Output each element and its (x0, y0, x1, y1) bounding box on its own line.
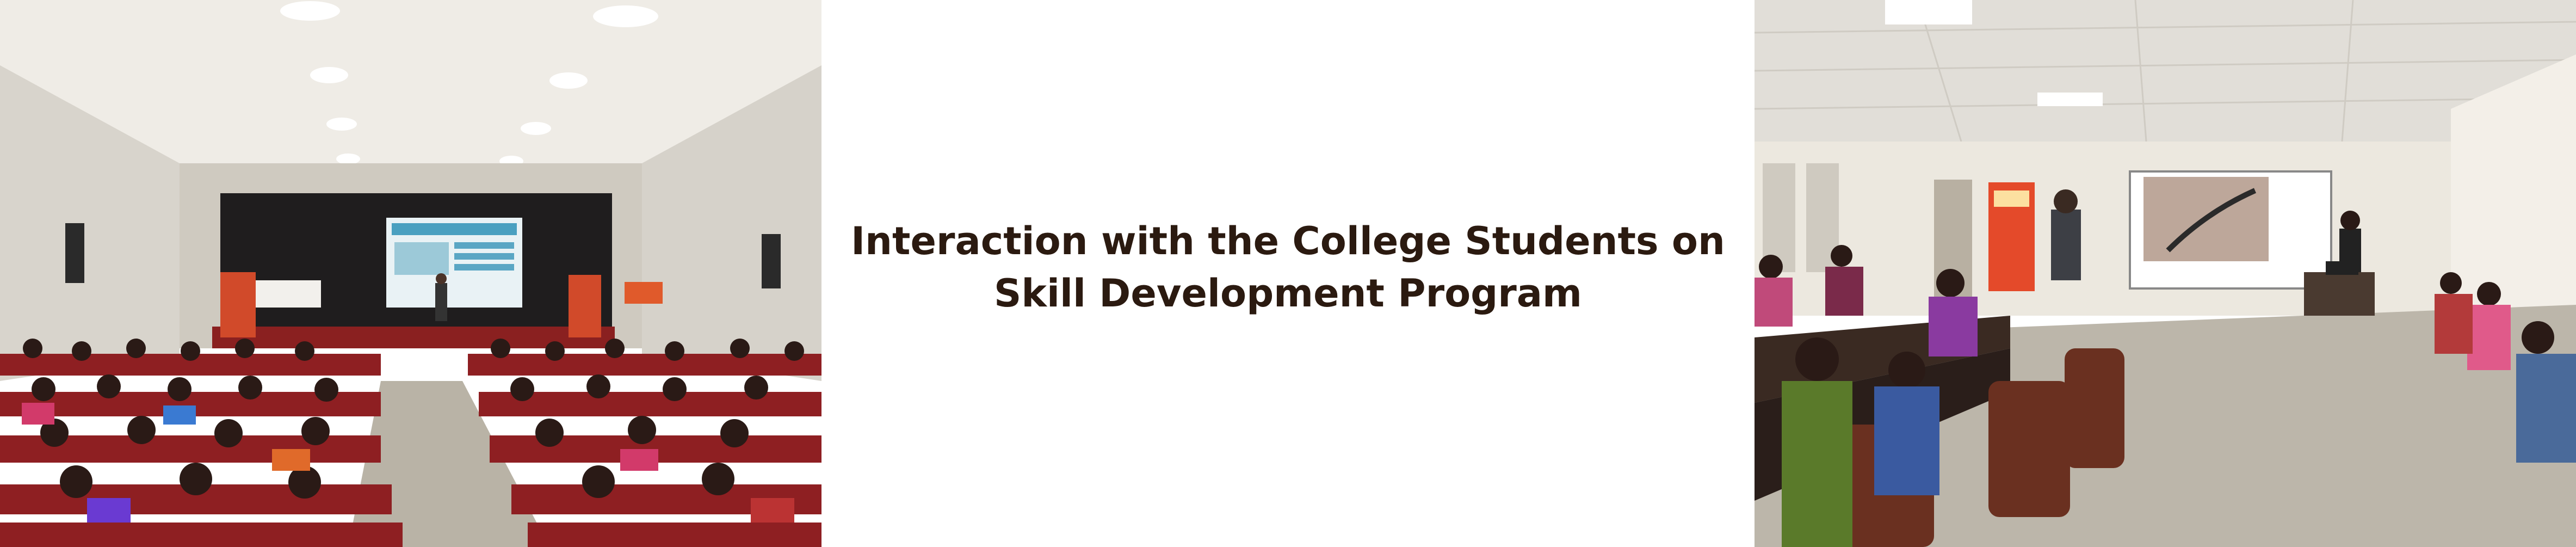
classroom-photo (1755, 0, 2576, 547)
photo-caption: Interaction with the College Students on… (821, 215, 1755, 319)
caption-line-1: Interaction with the College Students on (851, 219, 1725, 263)
auditorium-photo (0, 0, 821, 547)
auditorium-scene (0, 0, 821, 547)
classroom-scene (1755, 0, 2576, 547)
caption-line-2: Skill Development Program (993, 271, 1582, 316)
